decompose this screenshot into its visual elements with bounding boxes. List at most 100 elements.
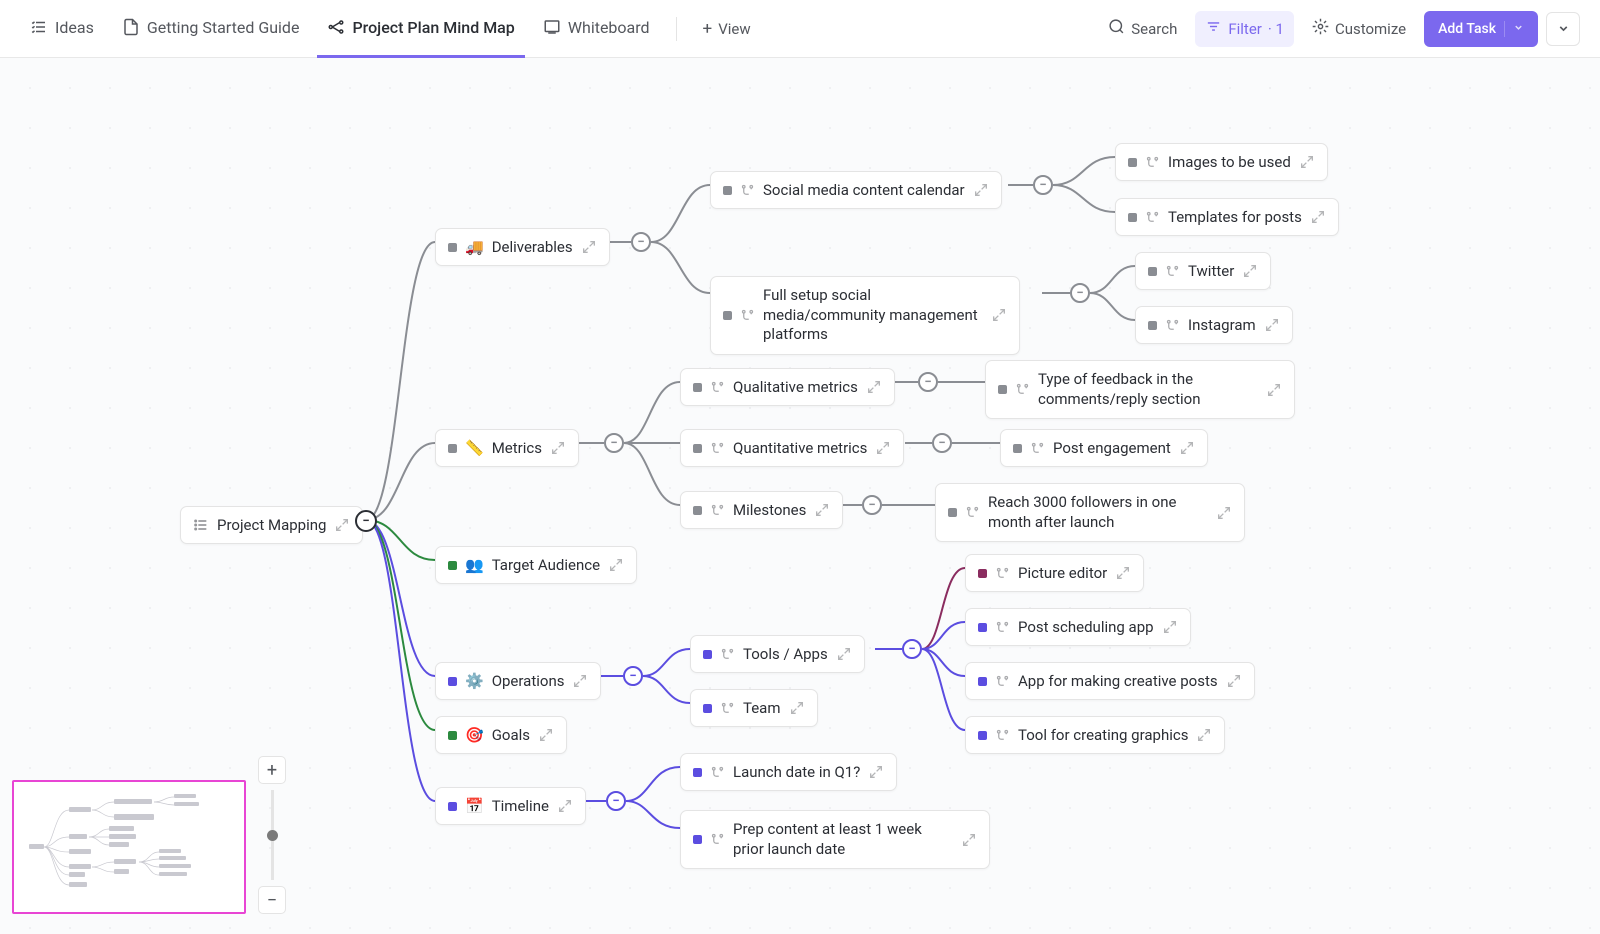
toggle-milestones[interactable]: −: [862, 495, 882, 515]
node-post-scheduling[interactable]: Post scheduling app: [965, 608, 1191, 646]
node-picture-editor[interactable]: Picture editor: [965, 554, 1144, 592]
add-task-button[interactable]: Add Task: [1424, 11, 1538, 47]
doc-icon: [122, 18, 140, 36]
node-label: Team: [743, 699, 781, 717]
chevron-down-icon: [1504, 21, 1524, 37]
plus-icon: +: [703, 19, 713, 39]
toolbar: Ideas Getting Started Guide Project Plan…: [0, 0, 1600, 58]
node-instagram[interactable]: Instagram: [1135, 306, 1293, 344]
node-label: Quantitative metrics: [733, 439, 867, 457]
zoom-in-button[interactable]: +: [258, 756, 286, 784]
node-deliverables[interactable]: 🚚Deliverables: [435, 228, 610, 266]
node-label: Prep content at least 1 week prior launc…: [733, 820, 953, 859]
tab-mind-map[interactable]: Project Plan Mind Map: [317, 0, 524, 58]
toggle-deliverables[interactable]: −: [631, 232, 651, 252]
customize-button[interactable]: Customize: [1302, 11, 1416, 47]
zoom-out-button[interactable]: −: [258, 886, 286, 914]
more-button[interactable]: [1546, 12, 1580, 46]
node-metrics[interactable]: 📏Metrics: [435, 429, 579, 467]
node-templates-posts[interactable]: Templates for posts: [1115, 198, 1339, 236]
toggle-social-calendar[interactable]: −: [1033, 175, 1053, 195]
node-reach-3000[interactable]: Reach 3000 followers in one month after …: [935, 483, 1245, 542]
node-social-calendar[interactable]: Social media content calendar: [710, 171, 1002, 209]
minimap[interactable]: [12, 780, 246, 914]
node-label: Post scheduling app: [1018, 618, 1154, 636]
tab-ideas[interactable]: Ideas: [20, 0, 104, 58]
status-dot: [693, 768, 702, 777]
toggle-operations[interactable]: −: [623, 666, 643, 686]
toggle-quantitative[interactable]: −: [932, 433, 952, 453]
node-goals[interactable]: 🎯 Goals: [435, 716, 567, 754]
node-label: Launch date in Q1?: [733, 763, 860, 781]
toggle-qualitative[interactable]: −: [918, 372, 938, 392]
status-dot: [693, 444, 702, 453]
node-prep-content[interactable]: Prep content at least 1 week prior launc…: [680, 810, 990, 869]
node-root[interactable]: Project Mapping: [180, 506, 363, 544]
status-dot: [448, 731, 457, 740]
search-button[interactable]: Search: [1098, 11, 1187, 47]
node-label: Target Audience: [492, 556, 600, 574]
node-label: Operations: [492, 672, 565, 690]
node-label: Twitter: [1188, 262, 1234, 280]
status-dot: [1148, 321, 1157, 330]
node-qualitative[interactable]: Qualitative metrics: [680, 368, 895, 406]
tab-label: Getting Started Guide: [147, 18, 300, 37]
node-post-engagement[interactable]: Post engagement: [1000, 429, 1208, 467]
node-quantitative[interactable]: Quantitative metrics: [680, 429, 904, 467]
node-timeline[interactable]: 📅Timeline: [435, 787, 586, 825]
mindmap-icon: [327, 18, 345, 36]
node-label: Reach 3000 followers in one month after …: [988, 493, 1208, 532]
node-feedback-type[interactable]: Type of feedback in the comments/reply s…: [985, 360, 1295, 419]
tab-whiteboard[interactable]: Whiteboard: [533, 0, 660, 58]
status-dot: [1128, 213, 1137, 222]
emoji-icon: 👥: [465, 556, 484, 574]
view-label: View: [718, 20, 750, 38]
mindmap-canvas[interactable]: Project Mapping 🚚Deliverables 📏Metrics 👥 Tar…: [0, 58, 1600, 934]
node-label: App for making creative posts: [1018, 672, 1218, 690]
node-label: Templates for posts: [1168, 208, 1302, 226]
node-tools-apps[interactable]: Tools / Apps: [690, 635, 865, 673]
node-twitter[interactable]: Twitter: [1135, 252, 1271, 290]
toggle-metrics[interactable]: −: [604, 433, 624, 453]
add-task-label: Add Task: [1438, 21, 1496, 37]
node-launch-q1[interactable]: Launch date in Q1?: [680, 753, 897, 791]
node-label: Instagram: [1188, 316, 1256, 334]
status-dot: [693, 506, 702, 515]
list-icon: [30, 18, 48, 36]
status-dot: [448, 561, 457, 570]
status-dot: [1148, 267, 1157, 276]
tab-label: Ideas: [55, 18, 94, 37]
tab-label: Project Plan Mind Map: [352, 18, 514, 37]
node-full-setup[interactable]: Full setup social media/community manage…: [710, 276, 1020, 355]
toggle-full-setup[interactable]: −: [1070, 283, 1090, 303]
zoom-handle[interactable]: [267, 830, 278, 841]
toggle-root[interactable]: −: [355, 510, 377, 532]
node-team[interactable]: Team: [690, 689, 818, 727]
filter-button[interactable]: Filter · 1: [1195, 11, 1294, 47]
emoji-icon: 📏: [465, 439, 484, 457]
node-label: Goals: [492, 726, 530, 744]
minimap-content: [14, 782, 244, 910]
node-milestones[interactable]: Milestones: [680, 491, 843, 529]
node-tool-graphics[interactable]: Tool for creating graphics: [965, 716, 1225, 754]
node-label: Deliverables: [492, 238, 573, 256]
node-label: Post engagement: [1053, 439, 1171, 457]
status-dot: [448, 802, 457, 811]
toggle-timeline[interactable]: −: [606, 791, 626, 811]
emoji-icon: 🎯: [465, 726, 484, 744]
node-operations[interactable]: ⚙️Operations: [435, 662, 601, 700]
add-view-button[interactable]: + View: [693, 11, 761, 47]
toggle-tools-apps[interactable]: −: [902, 639, 922, 659]
node-target-audience[interactable]: 👥 Target Audience: [435, 546, 637, 584]
emoji-icon: 📅: [465, 797, 484, 815]
tab-getting-started[interactable]: Getting Started Guide: [112, 0, 310, 58]
status-dot: [703, 704, 712, 713]
node-label: Qualitative metrics: [733, 378, 858, 396]
chevron-down-icon: [1557, 22, 1570, 35]
status-dot: [693, 383, 702, 392]
node-images-used[interactable]: Images to be used: [1115, 143, 1328, 181]
status-dot: [978, 623, 987, 632]
zoom-slider[interactable]: [271, 790, 274, 880]
node-app-creative[interactable]: App for making creative posts: [965, 662, 1255, 700]
node-label: Picture editor: [1018, 564, 1107, 582]
